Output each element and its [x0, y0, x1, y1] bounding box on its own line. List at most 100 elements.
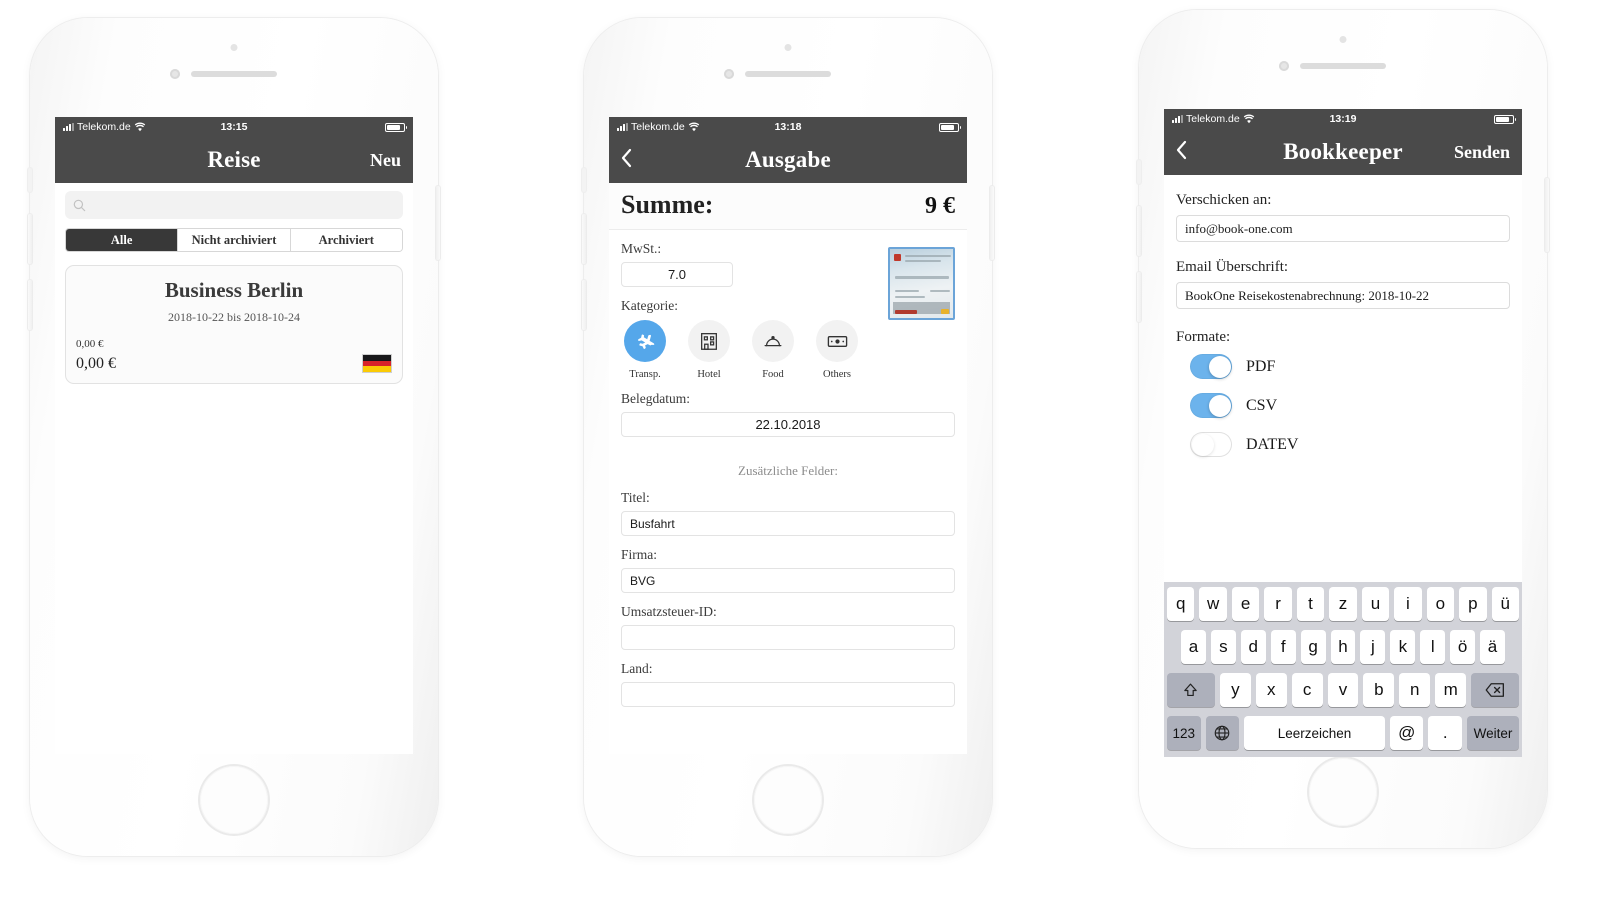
search-input[interactable] [65, 191, 403, 219]
category-option-hotel[interactable]: Hotel [685, 320, 733, 380]
key-w[interactable]: w [1199, 587, 1227, 621]
key-j[interactable]: j [1360, 630, 1386, 664]
key-b[interactable]: b [1363, 673, 1395, 707]
volume-down-button[interactable] [582, 280, 586, 330]
key-n[interactable]: n [1399, 673, 1431, 707]
key-u-umlaut[interactable]: ü [1491, 587, 1519, 621]
earpiece-speaker [191, 71, 277, 77]
power-button[interactable] [1545, 178, 1549, 252]
key-m[interactable]: m [1435, 673, 1467, 707]
trip-amount-large: 0,00 € [76, 355, 116, 372]
phone-device-trips: Telekom.de 13:15 Reise Neu Alle Nicht ar… [28, 18, 440, 856]
space-key[interactable]: Leerzeichen [1244, 716, 1385, 750]
key-r[interactable]: r [1264, 587, 1292, 621]
on-screen-keyboard: q w e r t z u i o p ü a s d f g h j k l … [1164, 582, 1522, 757]
receipt-thumbnail[interactable] [888, 247, 955, 320]
status-left: Telekom.de [63, 121, 221, 133]
key-k[interactable]: k [1390, 630, 1416, 664]
backspace-icon [1485, 683, 1505, 697]
numbers-key[interactable]: 123 [1167, 716, 1201, 750]
screen-trips: Telekom.de 13:15 Reise Neu Alle Nicht ar… [55, 117, 413, 754]
volume-down-button[interactable] [28, 280, 32, 330]
category-option-others[interactable]: Others [813, 320, 861, 380]
key-p[interactable]: p [1459, 587, 1487, 621]
expense-form: MwSt.: 7.0 Kategorie: Transp. Hotel Food… [609, 241, 967, 707]
volume-down-button[interactable] [1137, 272, 1141, 322]
volume-up-button[interactable] [582, 214, 586, 264]
key-v[interactable]: v [1327, 673, 1359, 707]
toggle-knob [1209, 394, 1231, 417]
key-c[interactable]: c [1291, 673, 1323, 707]
formats-label: Formate: [1176, 329, 1231, 345]
toggle-csv[interactable] [1190, 393, 1232, 418]
home-button[interactable] [1309, 758, 1377, 826]
home-button[interactable] [754, 766, 822, 834]
power-button[interactable] [990, 186, 994, 260]
category-option-food[interactable]: Food [749, 320, 797, 380]
send-button[interactable]: Senden [1454, 142, 1510, 163]
key-u[interactable]: u [1361, 587, 1390, 621]
segment-nicht-archiviert[interactable]: Nicht archiviert [177, 229, 290, 251]
status-right [1356, 114, 1517, 124]
at-key[interactable]: @ [1389, 716, 1424, 750]
country-input[interactable] [621, 682, 955, 707]
shift-key[interactable] [1167, 673, 1215, 707]
ringer-switch[interactable] [28, 168, 32, 192]
keyboard-row-2: a s d f g h j k l ö ä [1167, 630, 1519, 664]
key-z[interactable]: z [1329, 587, 1357, 621]
key-y[interactable]: y [1219, 673, 1251, 707]
key-q[interactable]: q [1167, 587, 1195, 621]
back-button[interactable] [1176, 140, 1188, 165]
trip-card[interactable]: Business Berlin 2018-10-22 bis 2018-10-2… [65, 265, 403, 384]
key-l[interactable]: l [1420, 630, 1446, 664]
new-trip-button[interactable]: Neu [370, 150, 401, 171]
key-t[interactable]: t [1296, 587, 1325, 621]
title-input[interactable]: Busfahrt [621, 511, 955, 536]
key-i[interactable]: i [1394, 587, 1422, 621]
volume-up-button[interactable] [28, 214, 32, 264]
key-s[interactable]: s [1210, 630, 1236, 664]
subject-input[interactable]: BookOne Reisekostenabrechnung: 2018-10-2… [1176, 282, 1510, 309]
key-a-umlaut[interactable]: ä [1480, 630, 1505, 664]
category-option-transport[interactable]: Transp. [621, 320, 669, 380]
key-o[interactable]: o [1426, 587, 1455, 621]
volume-up-button[interactable] [1137, 206, 1141, 256]
airplane-icon [624, 320, 666, 362]
key-h[interactable]: h [1330, 630, 1356, 664]
receipt-date-input[interactable]: 22.10.2018 [621, 412, 955, 437]
home-button[interactable] [200, 766, 268, 834]
company-input[interactable]: BVG [621, 568, 955, 593]
toggle-datev[interactable] [1190, 432, 1232, 457]
power-button[interactable] [436, 186, 440, 260]
segment-archiviert[interactable]: Archiviert [289, 229, 402, 251]
category-label-transport: Transp. [629, 369, 661, 380]
toggle-pdf[interactable] [1190, 354, 1232, 379]
hotel-building-icon [688, 320, 730, 362]
key-o-umlaut[interactable]: ö [1450, 630, 1476, 664]
archive-filter-segmented-control[interactable]: Alle Nicht archiviert Archiviert [65, 228, 403, 252]
send-to-input[interactable]: info@book-one.com [1176, 215, 1510, 242]
receipt-logo-mark [894, 254, 901, 261]
key-x[interactable]: x [1255, 673, 1287, 707]
vat-input[interactable]: 7.0 [621, 262, 733, 287]
key-a[interactable]: a [1181, 630, 1206, 664]
carrier-label: Telekom.de [1186, 113, 1240, 125]
key-f[interactable]: f [1270, 630, 1296, 664]
vat-id-input[interactable] [621, 625, 955, 650]
front-camera-icon [170, 69, 180, 79]
ringer-switch[interactable] [582, 168, 586, 192]
format-row-csv: CSV [1190, 393, 1510, 418]
status-right [801, 122, 962, 132]
return-key[interactable]: Weiter [1467, 716, 1519, 750]
segment-alle[interactable]: Alle [66, 229, 178, 251]
key-g[interactable]: g [1300, 630, 1326, 664]
category-label-others: Others [823, 369, 851, 380]
key-d[interactable]: d [1240, 630, 1266, 664]
backspace-key[interactable] [1471, 673, 1519, 707]
globe-key[interactable] [1205, 716, 1240, 750]
proximity-sensor-icon [784, 44, 792, 51]
key-e[interactable]: e [1231, 587, 1260, 621]
ringer-switch[interactable] [1137, 160, 1141, 184]
period-key[interactable]: . [1428, 716, 1462, 750]
back-button[interactable] [621, 148, 633, 173]
